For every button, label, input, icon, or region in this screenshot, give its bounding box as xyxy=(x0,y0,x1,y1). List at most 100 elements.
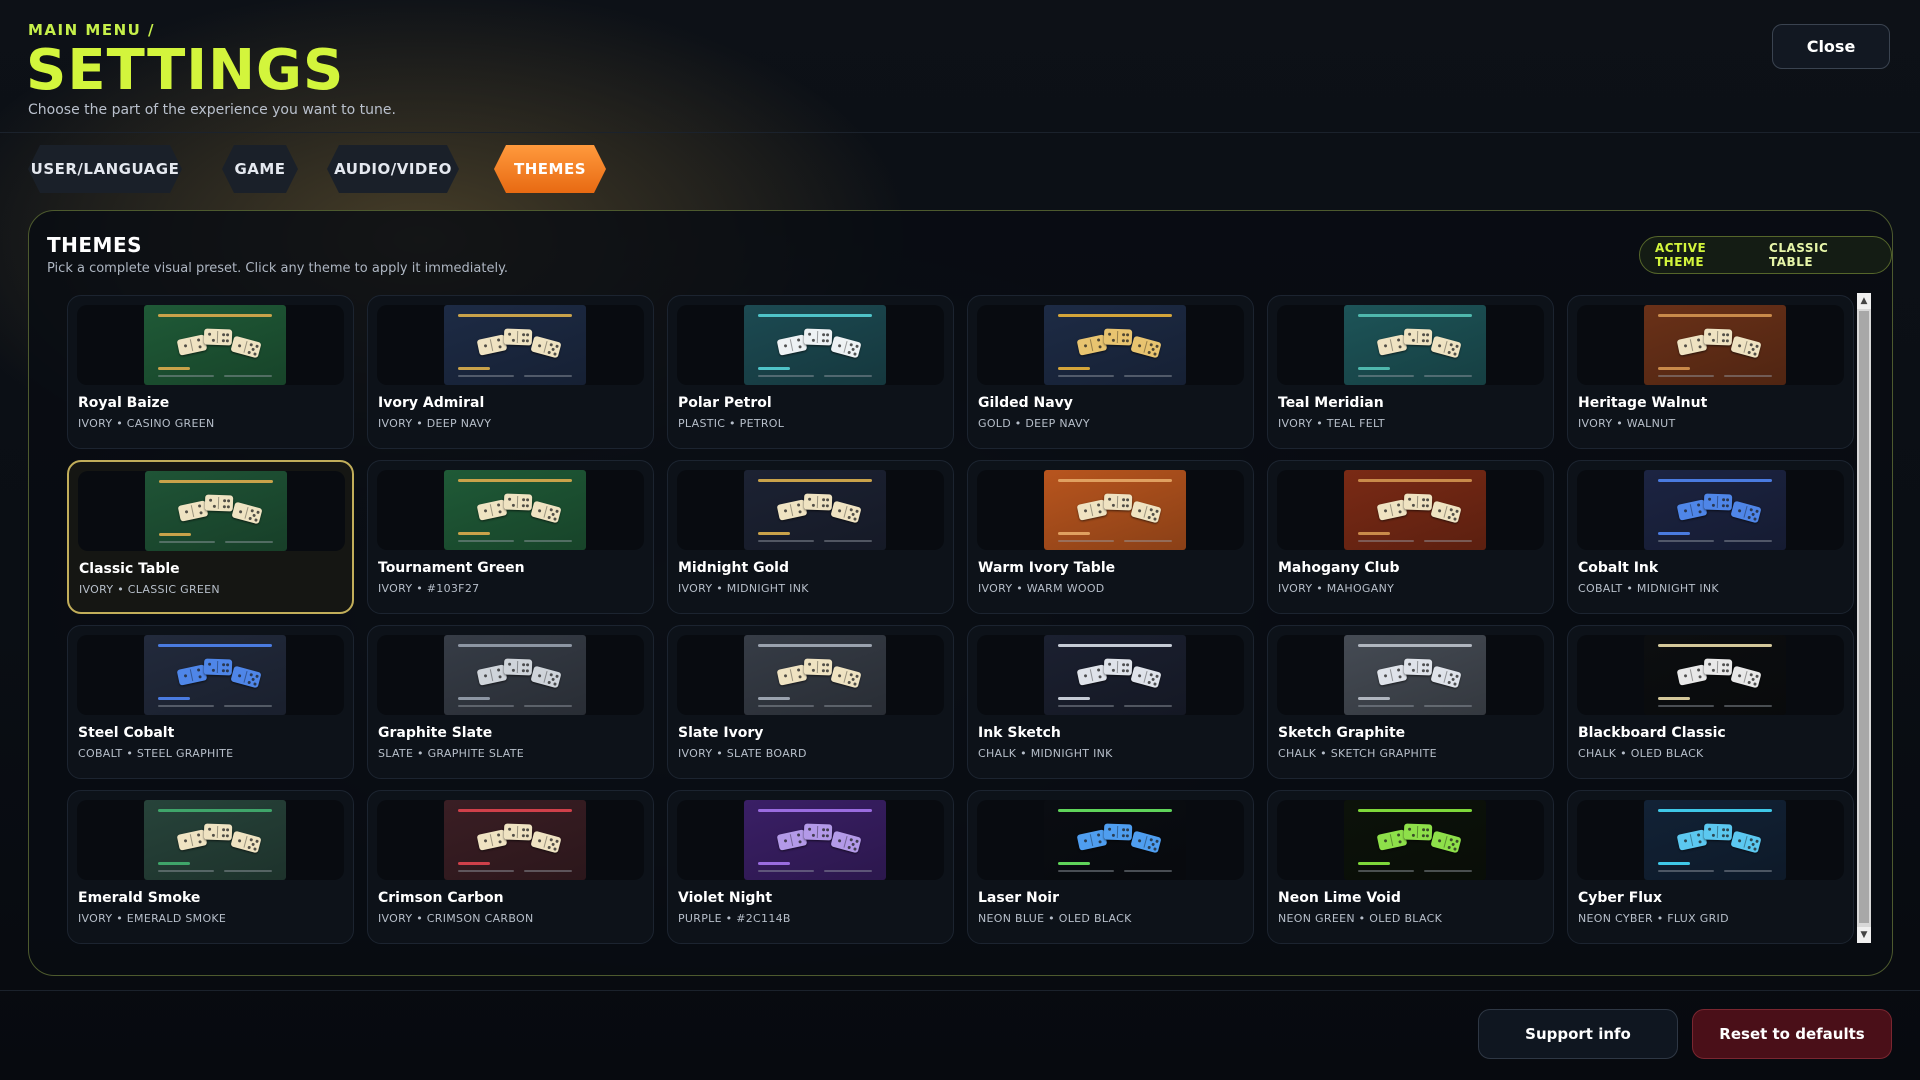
domino-pip xyxy=(821,339,825,343)
domino-pip xyxy=(553,352,557,356)
domino-pip xyxy=(1383,344,1388,348)
domino-pip xyxy=(1721,834,1725,838)
domino-pip xyxy=(1737,508,1742,513)
theme-subtitle: SLATE • GRAPHITE SLATE xyxy=(378,747,525,760)
scroll-down-arrow-icon[interactable]: ▼ xyxy=(1857,927,1871,943)
preview-bar xyxy=(524,705,572,707)
theme-preview-thumbnail xyxy=(145,471,287,551)
theme-card[interactable]: Ivory Admiral IVORY • DEEP NAVY xyxy=(367,295,654,449)
domino-pip xyxy=(248,516,253,521)
scroll-up-arrow-icon[interactable]: ▲ xyxy=(1857,293,1871,309)
theme-grid-scrollbar[interactable]: ▲ ▼ xyxy=(1857,293,1871,943)
domino-pip xyxy=(847,680,852,685)
domino-tile-icon xyxy=(803,823,833,841)
theme-card[interactable]: Slate Ivory IVORY • SLATE BOARD xyxy=(667,625,954,779)
domino-pip xyxy=(1737,343,1742,348)
domino-pip xyxy=(555,344,559,349)
close-button[interactable]: Close xyxy=(1772,24,1890,69)
theme-card[interactable]: Crimson Carbon IVORY • CRIMSON CARBON xyxy=(367,790,654,944)
domino-tile-icon xyxy=(476,499,508,521)
domino-pip xyxy=(1155,344,1159,349)
theme-name: Ink Sketch xyxy=(978,725,1061,741)
domino-pip xyxy=(783,839,788,843)
theme-card[interactable]: Polar Petrol PLASTIC • PETROL xyxy=(667,295,954,449)
domino-pip xyxy=(221,834,225,838)
theme-card[interactable]: Emerald Smoke IVORY • EMERALD SMOKE xyxy=(67,790,354,944)
domino-tile-icon xyxy=(803,493,833,511)
theme-preview-well xyxy=(77,305,344,385)
domino-pip xyxy=(1708,827,1712,831)
domino-pip xyxy=(837,508,842,513)
domino-pip xyxy=(221,339,225,343)
theme-card[interactable]: Warm Ivory Table IVORY • WARM WOOD xyxy=(967,460,1254,614)
preview-bar xyxy=(758,532,790,535)
tab-themes[interactable]: THEMES xyxy=(494,145,606,193)
theme-card[interactable]: Heritage Walnut IVORY • WALNUT xyxy=(1567,295,1854,449)
domino-pip xyxy=(196,338,201,342)
domino-tile-icon xyxy=(231,501,263,525)
theme-card[interactable]: Mahogany Club IVORY • MAHOGANY xyxy=(1267,460,1554,614)
theme-card[interactable]: Cyber Flux NEON CYBER • FLUX GRID xyxy=(1567,790,1854,944)
domino-pip xyxy=(1455,839,1459,844)
theme-card[interactable]: Classic Table IVORY • CLASSIC GREEN xyxy=(67,460,354,614)
domino-pip xyxy=(199,511,203,515)
panel-title: THEMES xyxy=(47,233,143,257)
preview-bar xyxy=(1058,705,1114,707)
domino-pip xyxy=(553,847,557,851)
theme-card[interactable]: Teal Meridian IVORY • TEAL FELT xyxy=(1267,295,1554,449)
theme-card[interactable]: Neon Lime Void NEON GREEN • OLED BLACK xyxy=(1267,790,1554,944)
domino-pip xyxy=(1726,663,1730,667)
preview-bar xyxy=(224,870,272,872)
theme-preview-thumbnail xyxy=(744,470,886,550)
theme-card[interactable]: Laser Noir NEON BLUE • OLED BLACK xyxy=(967,790,1254,944)
domino-pip xyxy=(1751,512,1755,517)
theme-card[interactable]: Royal Baize IVORY • CASINO GREEN xyxy=(67,295,354,449)
theme-card[interactable]: Ink Sketch CHALK • MIDNIGHT INK xyxy=(967,625,1254,779)
preview-bar xyxy=(1658,644,1772,647)
domino-pip xyxy=(522,828,526,832)
domino-tile-icon xyxy=(530,665,562,689)
theme-card[interactable]: Midnight Gold IVORY • MIDNIGHT INK xyxy=(667,460,954,614)
domino-pip xyxy=(1447,350,1452,355)
preview-bar xyxy=(225,541,273,543)
domino-pip xyxy=(526,663,530,667)
scroll-thumb[interactable] xyxy=(1859,311,1869,923)
theme-name: Slate Ivory xyxy=(678,725,764,741)
domino-pip xyxy=(1453,847,1457,851)
theme-card[interactable]: Steel Cobalt COBALT • STEEL GRAPHITE xyxy=(67,625,354,779)
tab-audio-video[interactable]: AUDIO/VIDEO xyxy=(327,145,459,193)
theme-card[interactable]: Cobalt Ink COBALT • MIDNIGHT INK xyxy=(1567,460,1854,614)
reset-defaults-button[interactable]: Reset to defaults xyxy=(1692,1009,1892,1059)
theme-preview-well xyxy=(78,471,345,551)
domino-pip xyxy=(498,675,502,679)
theme-card[interactable]: Violet Night PURPLE • #2C114B xyxy=(667,790,954,944)
domino-tile-icon xyxy=(1130,335,1162,359)
domino-pip xyxy=(1096,833,1101,837)
preview-bar xyxy=(824,540,872,542)
domino-pip xyxy=(255,839,259,844)
domino-pip xyxy=(1111,338,1115,342)
tab-user-language[interactable]: USER/LANGUAGE xyxy=(28,145,182,193)
theme-name: Ivory Admiral xyxy=(378,395,485,411)
support-info-button[interactable]: Support info xyxy=(1478,1009,1678,1059)
domino-pip xyxy=(851,512,855,517)
theme-card[interactable]: Graphite Slate SLATE • GRAPHITE SLATE xyxy=(367,625,654,779)
preview-bar xyxy=(1724,870,1772,872)
theme-card[interactable]: Blackboard Classic CHALK • OLED BLACK xyxy=(1567,625,1854,779)
theme-preview-well xyxy=(1277,635,1544,715)
domino-pip xyxy=(855,344,859,349)
preview-bar xyxy=(458,809,572,812)
theme-card[interactable]: Sketch Graphite CHALK • SKETCH GRAPHITE xyxy=(1267,625,1554,779)
tab-game[interactable]: GAME xyxy=(222,145,298,193)
domino-pip xyxy=(849,672,854,677)
theme-card[interactable]: Gilded Navy GOLD • DEEP NAVY xyxy=(967,295,1254,449)
domino-pip xyxy=(1408,662,1412,666)
theme-name: Graphite Slate xyxy=(378,725,493,741)
preview-bar xyxy=(1358,375,1414,377)
domino-pip xyxy=(553,517,557,521)
theme-subtitle: PLASTIC • PETROL xyxy=(678,417,785,430)
domino-pip xyxy=(1137,343,1142,348)
theme-card[interactable]: Tournament Green IVORY • #103F27 xyxy=(367,460,654,614)
domino-tile-icon xyxy=(1430,500,1462,524)
theme-preview-well xyxy=(677,635,944,715)
